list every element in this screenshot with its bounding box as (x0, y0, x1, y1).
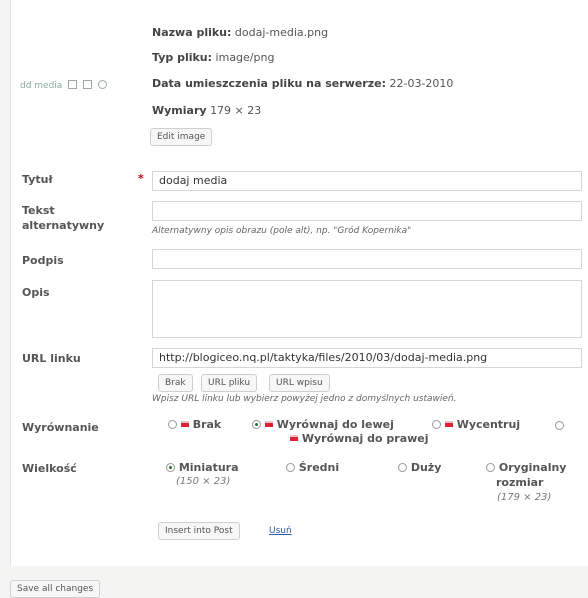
dimensions-value: 179 × 23 (210, 104, 262, 117)
description-label: Opis (22, 286, 50, 299)
align-left-radio[interactable] (252, 420, 261, 429)
align-center-icon (444, 421, 453, 427)
align-left-option[interactable]: Wyrównaj do lewej (252, 418, 394, 431)
alt-text-label: Tekst alternatywny (22, 203, 104, 233)
file-type-value: image/png (215, 51, 275, 64)
media-icon (83, 80, 93, 89)
upload-date-label: Data umieszczenia pliku na serwerze: (152, 77, 386, 90)
link-none-button[interactable]: Brak (158, 374, 193, 392)
size-medium-label: Średni (298, 461, 340, 474)
caption-label: Podpis (22, 254, 64, 267)
upload-date-value: 22-03-2010 (389, 77, 454, 90)
file-name-value: dodaj-media.png (234, 26, 329, 39)
align-center-radio[interactable] (432, 420, 441, 429)
align-none-radio[interactable] (168, 420, 177, 429)
size-full-radio[interactable] (486, 463, 495, 472)
caption-input[interactable] (152, 249, 582, 269)
alignment-label: Wyrównanie (22, 421, 99, 434)
size-thumbnail-dims: (150 × 23) (176, 476, 231, 487)
thumbnail-label: dd media (20, 81, 63, 91)
edit-image-button[interactable]: Edit image (150, 128, 213, 146)
required-mark: * (138, 172, 144, 185)
dimensions-label: Wymiary (152, 104, 207, 117)
align-none-label: Brak (192, 418, 222, 431)
music-icon (97, 80, 107, 89)
link-post-url-button[interactable]: URL wpisu (269, 374, 330, 392)
title-label: Tytuł (22, 173, 53, 186)
align-right-label: Wyrównaj do prawej (301, 432, 429, 445)
align-right-option[interactable]: Wyrównaj do prawej (290, 432, 429, 445)
alt-text-label-line2: alternatywny (22, 219, 105, 232)
delete-link[interactable]: Usuń (269, 526, 292, 536)
align-center-option[interactable]: Wycentruj (432, 418, 520, 431)
size-large-option[interactable]: Duży (398, 461, 441, 474)
thumbnail: dd media (20, 80, 107, 91)
align-left-label: Wyrównaj do lewej (276, 418, 394, 431)
image-icon (68, 80, 78, 89)
link-url-input[interactable]: http://blogiceo.nq.pl/taktyka/files/2010… (152, 348, 582, 368)
file-type: Typ pliku: image/png (152, 51, 274, 64)
file-type-label: Typ pliku: (152, 51, 213, 64)
size-medium-radio[interactable] (286, 463, 295, 472)
alt-text-label-line1: Tekst (22, 204, 55, 217)
align-left-icon (264, 421, 273, 427)
size-thumbnail-option[interactable]: Miniatura (166, 461, 239, 474)
align-right-radio[interactable] (555, 421, 564, 430)
insert-into-post-button[interactable]: Insert into Post (158, 522, 240, 540)
dimensions: Wymiary 179 × 23 (152, 104, 261, 117)
align-none-icon (180, 421, 189, 427)
align-center-label: Wycentruj (456, 418, 521, 431)
alt-text-hint: Alternatywny opis obrazu (pole alt), np.… (152, 226, 412, 236)
align-right-icon (290, 435, 298, 441)
size-full-label-2: rozmiar (496, 476, 544, 489)
description-textarea[interactable] (152, 280, 582, 338)
size-medium-option[interactable]: Średni (286, 461, 339, 474)
file-name-label: Nazwa pliku: (152, 26, 232, 39)
size-full-label-1: Oryginalny (498, 461, 567, 474)
size-label: Wielkość (22, 462, 77, 475)
size-full-dims: (179 × 23) (497, 492, 552, 503)
align-none-option[interactable]: Brak (168, 418, 221, 431)
size-thumbnail-radio[interactable] (166, 463, 175, 472)
alt-text-input[interactable] (152, 201, 582, 221)
save-all-changes-button[interactable]: Save all changes (10, 580, 101, 598)
upload-date: Data umieszczenia pliku na serwerze: 22-… (152, 77, 453, 90)
size-large-label: Duży (410, 461, 442, 474)
size-full-option[interactable]: Oryginalny (486, 461, 566, 474)
link-url-hint: Wpisz URL linku lub wybierz powyżej jedn… (152, 394, 457, 404)
size-thumbnail-label: Miniatura (178, 461, 239, 474)
link-file-url-button[interactable]: URL pliku (201, 374, 258, 392)
file-name: Nazwa pliku: dodaj-media.png (152, 26, 328, 39)
title-input[interactable]: dodaj media (152, 171, 582, 191)
link-url-label: URL linku (22, 352, 81, 365)
size-large-radio[interactable] (398, 463, 407, 472)
